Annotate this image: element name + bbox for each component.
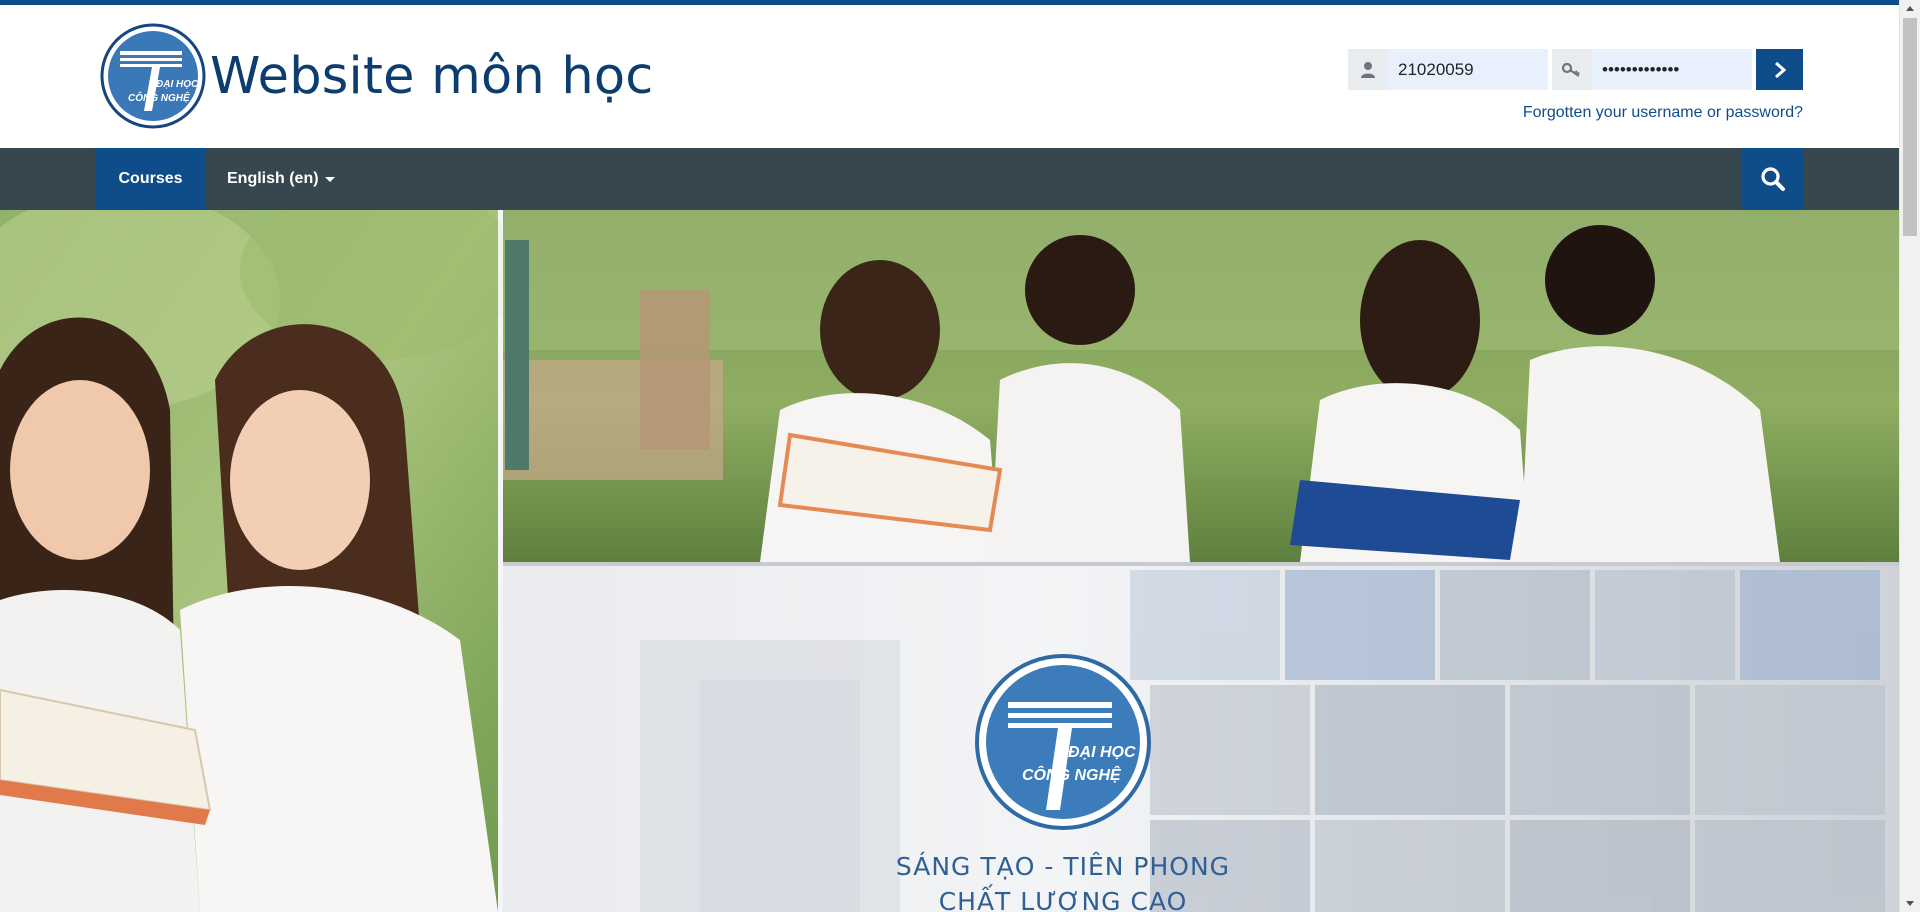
hero-collage-image: ĐẠI HỌC CÔNG NGHỆ SÁNG TẠO - TIÊN PHONG … [0,210,1899,912]
password-input[interactable] [1592,49,1750,90]
scroll-down-arrow-icon[interactable] [1900,895,1920,912]
page-scrollbar[interactable] [1899,0,1920,912]
password-field [1552,49,1752,90]
site-logo-link[interactable]: ĐẠI HỌC CÔNG NGHỆ Website môn học [100,23,654,129]
emblem-text-line2: CÔNG NGHỆ [1022,765,1122,784]
emblem-text-line1: ĐẠI HỌC [1068,744,1136,761]
username-input[interactable] [1388,49,1546,90]
page: ĐẠI HỌC CÔNG NGHỆ Website môn học 210200… [0,0,1920,912]
nav-courses-link[interactable]: Courses [95,148,206,210]
language-label: English ‎(en)‎ [227,170,319,187]
login-submit-button[interactable] [1756,49,1803,90]
slogan-line2: CHẤT LƯỢNG CAO [939,884,1188,912]
main-navbar: Courses English ‎(en)‎ [0,148,1899,210]
key-icon [1552,49,1592,90]
site-title: Website môn học [210,46,654,106]
login-form: Forgotten your username or password? [1348,49,1803,121]
search-icon [1761,167,1785,191]
username-field [1348,49,1548,90]
site-header: ĐẠI HỌC CÔNG NGHỆ Website môn học 210200… [0,5,1899,148]
user-icon [1348,49,1388,90]
language-menu[interactable]: English ‎(en)‎ [227,148,335,210]
forgot-password-link[interactable]: Forgotten your username or password? [1523,104,1803,122]
caret-down-icon [324,176,335,182]
university-logo: ĐẠI HỌC CÔNG NGHỆ [100,23,206,129]
logo-text-line1: ĐẠI HỌC [156,79,199,90]
logo-text-line2: CÔNG NGHỆ [128,91,190,104]
search-button[interactable] [1742,148,1804,210]
chevron-right-icon [1774,61,1786,78]
login-row [1348,49,1803,90]
scrollbar-thumb[interactable] [1903,18,1917,236]
slogan-line1: SÁNG TẠO - TIÊN PHONG [896,852,1230,881]
hero-banner: ĐẠI HỌC CÔNG NGHỆ SÁNG TẠO - TIÊN PHONG … [0,210,1899,912]
scroll-up-arrow-icon[interactable] [1900,0,1920,17]
